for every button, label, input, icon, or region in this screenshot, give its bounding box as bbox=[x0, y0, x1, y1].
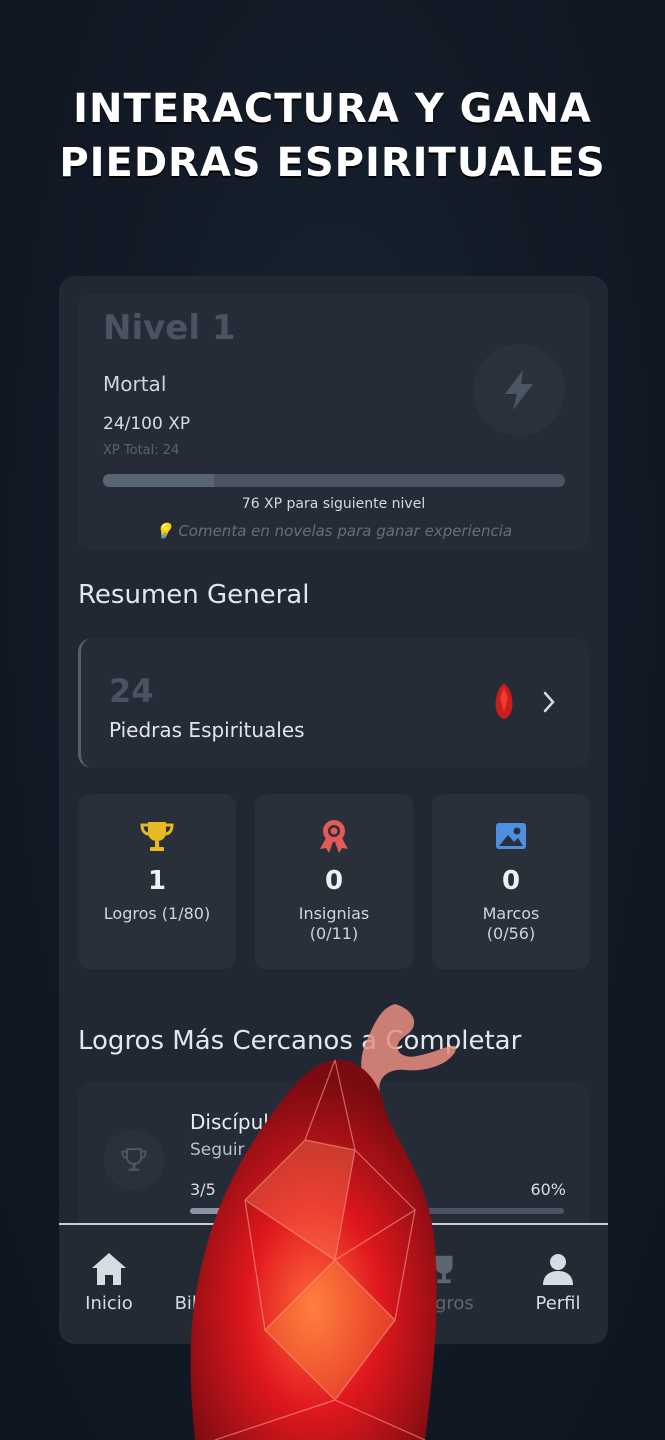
nav-label: Inicio bbox=[85, 1293, 133, 1314]
xp-value: 24/100 XP bbox=[103, 414, 191, 434]
stat-label-line: (0/11) bbox=[309, 924, 359, 943]
achievement-percent: 60% bbox=[530, 1180, 566, 1199]
stat-label-line: (0/56) bbox=[486, 924, 536, 943]
nav-label: Perfil bbox=[535, 1293, 581, 1314]
stat-value: 0 bbox=[324, 866, 344, 896]
spirit-stone-crystal-illustration bbox=[190, 1004, 456, 1440]
spirit-stones-card[interactable]: 24 Piedras Espirituales bbox=[78, 638, 589, 768]
badge-icon bbox=[320, 820, 348, 853]
stat-label: Insignias (0/11) bbox=[255, 904, 413, 944]
stat-value: 0 bbox=[501, 866, 521, 896]
stat-label-line: Insignias bbox=[298, 904, 370, 923]
nav-profile[interactable]: Perfil bbox=[503, 1249, 608, 1314]
spirit-stone-icon bbox=[495, 683, 513, 719]
user-icon bbox=[543, 1254, 573, 1285]
image-frame-icon bbox=[496, 823, 526, 849]
xp-progress-fill bbox=[103, 474, 214, 487]
stat-badges[interactable]: 0 Insignias (0/11) bbox=[255, 794, 413, 969]
trophy-icon bbox=[140, 822, 174, 851]
rank-label: Mortal bbox=[103, 372, 167, 396]
headline-line-2: PIEDRAS ESPIRITUALES bbox=[59, 140, 606, 186]
chevron-right-icon[interactable] bbox=[541, 690, 557, 714]
level-badge bbox=[473, 344, 565, 436]
xp-progress-bar bbox=[103, 474, 565, 487]
stones-label: Piedras Espirituales bbox=[109, 718, 305, 742]
stat-value: 1 bbox=[147, 866, 167, 896]
stat-label-line: Marcos bbox=[482, 904, 540, 923]
stat-frames[interactable]: 0 Marcos (0/56) bbox=[432, 794, 590, 969]
xp-tip: 💡 Comenta en novelas para ganar experien… bbox=[154, 522, 513, 540]
xp-total: XP Total: 24 bbox=[103, 443, 180, 458]
stones-count: 24 bbox=[109, 672, 154, 710]
level-title: Nivel 1 bbox=[103, 308, 236, 348]
stat-label-text: Insignias (0/11) bbox=[255, 904, 413, 944]
lightning-bolt-icon bbox=[505, 370, 533, 410]
stat-achievements[interactable]: 1 Logros (1/80) bbox=[78, 794, 236, 969]
level-panel: Nivel 1 Mortal 24/100 XP XP Total: 24 76… bbox=[77, 294, 590, 550]
nav-home[interactable]: Inicio bbox=[59, 1249, 164, 1314]
promo-headline: INTERACTURA Y GANA PIEDRAS ESPIRITUALES bbox=[0, 82, 665, 190]
xp-next-level: 76 XP para siguiente nivel bbox=[241, 496, 426, 512]
stat-label: Logros (1/80) bbox=[103, 904, 211, 923]
trophy-icon bbox=[121, 1148, 147, 1171]
home-icon bbox=[92, 1253, 126, 1285]
stat-label-text: Marcos (0/56) bbox=[432, 904, 590, 944]
achievement-badge bbox=[104, 1130, 164, 1190]
stat-label: Marcos (0/56) bbox=[432, 904, 590, 944]
headline-line-1: INTERACTURA Y GANA bbox=[73, 86, 592, 132]
summary-title: Resumen General bbox=[78, 580, 310, 610]
